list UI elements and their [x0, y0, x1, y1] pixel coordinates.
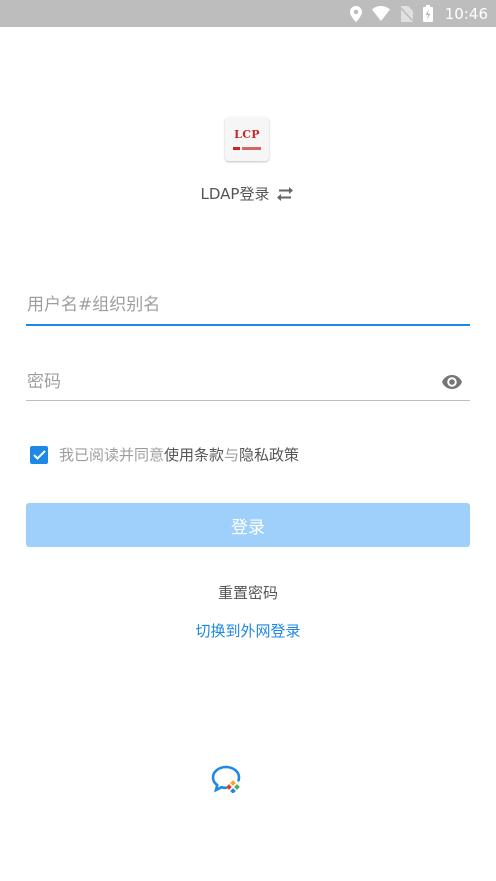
swap-icon[interactable]: [275, 186, 295, 201]
check-icon: [32, 449, 46, 460]
password-underline: [26, 400, 470, 401]
password-field: [26, 367, 471, 401]
terms-link[interactable]: 使用条款: [164, 446, 224, 464]
status-time: 10:46: [444, 4, 488, 23]
username-field: [26, 290, 471, 326]
agreement-checkbox[interactable]: [30, 445, 48, 464]
logo-stripe: [233, 147, 261, 150]
status-icons: 10:46: [349, 0, 488, 27]
chat-bubble-icon[interactable]: [211, 765, 243, 793]
agreement-and: 与: [224, 446, 240, 464]
login-button[interactable]: 登录: [26, 503, 470, 547]
password-input[interactable]: [26, 367, 471, 397]
username-underline: [26, 324, 470, 326]
wifi-icon: [371, 6, 390, 21]
agreement-text: 我已阅读并同意使用条款与隐私政策: [59, 444, 299, 465]
username-input[interactable]: [26, 290, 471, 320]
location-icon: [349, 5, 362, 22]
login-mode[interactable]: LDAP登录: [0, 183, 496, 204]
logo-text: LCP: [234, 128, 260, 141]
no-sim-icon: [399, 5, 413, 22]
agreement-row: 我已阅读并同意使用条款与隐私政策: [30, 444, 299, 465]
app-logo: LCP: [225, 117, 269, 161]
switch-login-link[interactable]: 切换到外网登录: [0, 620, 496, 641]
privacy-link[interactable]: 隐私政策: [239, 446, 299, 464]
eye-icon[interactable]: [442, 375, 462, 389]
reset-password-link[interactable]: 重置密码: [0, 582, 496, 603]
agreement-prefix: 我已阅读并同意: [59, 446, 165, 464]
battery-charging-icon: [422, 5, 433, 22]
login-mode-label: LDAP登录: [200, 185, 270, 203]
status-bar: 10:46: [0, 0, 496, 27]
